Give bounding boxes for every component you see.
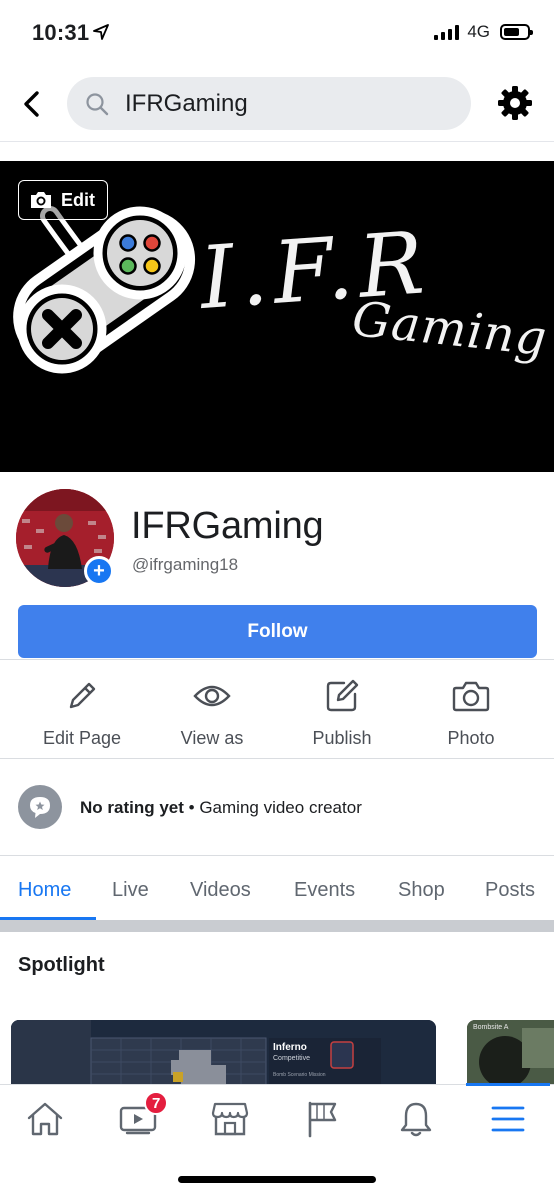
spotlight-map-name: Inferno [273, 1042, 307, 1053]
edit-cover-button[interactable]: Edit [18, 180, 108, 220]
search-query: IFRGaming [125, 89, 248, 117]
nav-home-button[interactable] [15, 1099, 75, 1139]
spotlight-card2-label: Bombsite A [473, 1024, 509, 1031]
tab-shop[interactable]: Shop [398, 879, 445, 902]
tab-live[interactable]: Live [112, 879, 149, 902]
marketplace-icon [211, 1102, 249, 1136]
follow-button[interactable]: Follow [18, 605, 537, 658]
back-arrow-icon [24, 91, 39, 117]
network-type: 4G [467, 22, 490, 41]
section-divider [0, 920, 554, 932]
rating-separator: • [188, 798, 195, 817]
pages-flag-icon [308, 1101, 337, 1138]
home-icon [27, 1102, 63, 1136]
home-indicator [178, 1176, 376, 1183]
compose-icon [324, 678, 360, 714]
edit-cover-label: Edit [61, 189, 95, 210]
notification-badge: 7 [144, 1091, 169, 1115]
edit-page-button[interactable]: Edit Page [27, 678, 137, 749]
rating-speech-bubble-icon [18, 785, 62, 829]
battery-icon [500, 24, 533, 40]
photo-button[interactable]: Photo [416, 678, 526, 749]
tab-videos[interactable]: Videos [190, 879, 251, 902]
location-arrow-icon [93, 24, 109, 45]
camera-icon [31, 192, 51, 208]
tab-events[interactable]: Events [294, 879, 355, 902]
notifications-bell-icon [400, 1102, 432, 1137]
page-title: IFRGaming [131, 505, 324, 547]
search-input[interactable]: IFRGaming [67, 77, 471, 130]
page-actions: Edit Page View as Publish Photo [0, 659, 554, 759]
active-nav-indicator [466, 1083, 550, 1086]
status-indicators: 4G [434, 22, 533, 42]
back-button[interactable] [16, 86, 46, 122]
nav-marketplace-button[interactable] [200, 1099, 260, 1139]
pencil-icon [65, 678, 99, 714]
rating-status: No rating yet [80, 798, 184, 817]
rating-summary: No rating yet • Gaming video creator [80, 798, 362, 818]
publish-button[interactable]: Publish [287, 678, 397, 749]
nav-watch-button[interactable]: 7 [108, 1091, 169, 1139]
camera-icon [452, 678, 490, 714]
photo-label: Photo [447, 728, 495, 748]
nav-pages-button[interactable] [292, 1099, 352, 1139]
menu-icon [491, 1106, 525, 1132]
add-profile-photo-button[interactable]: + [84, 556, 114, 586]
spotlight-thumbnail [11, 1020, 436, 1090]
eye-icon [193, 678, 231, 714]
cover-photo[interactable]: I.F.R Gaming Edit [0, 161, 554, 472]
spotlight-mode: Competitive [273, 1055, 310, 1062]
tab-posts[interactable]: Posts [485, 879, 535, 902]
nav-menu-button[interactable] [478, 1099, 538, 1139]
status-time: 10:31 [32, 20, 90, 45]
status-bar: 10:31 4G [0, 0, 554, 66]
rating-row[interactable]: No rating yet • Gaming video creator [0, 760, 554, 856]
signal-icon [434, 24, 460, 40]
edit-page-label: Edit Page [42, 728, 122, 748]
gear-icon [498, 86, 532, 120]
spotlight-card[interactable]: Bombsite A [467, 1020, 554, 1090]
page-category: Gaming video creator [199, 798, 362, 817]
search-icon [85, 92, 109, 116]
page-tabs: Home Live Videos Events Shop Posts [0, 857, 554, 922]
settings-button[interactable] [496, 84, 534, 122]
spotlight-sub: Bomb Scenario Mission [273, 1072, 326, 1078]
page-handle: @ifrgaming18 [132, 555, 239, 574]
publish-label: Publish [312, 728, 372, 748]
spotlight-card[interactable]: Inferno Competitive Bomb Scenario Missio… [11, 1020, 436, 1090]
nav-notifications-button[interactable] [386, 1099, 446, 1139]
tab-home[interactable]: Home [18, 879, 71, 902]
view-as-label: View as [180, 728, 244, 748]
top-bar: IFRGaming [0, 66, 554, 142]
view-as-button[interactable]: View as [157, 678, 267, 749]
spotlight-heading: Spotlight [18, 954, 105, 976]
